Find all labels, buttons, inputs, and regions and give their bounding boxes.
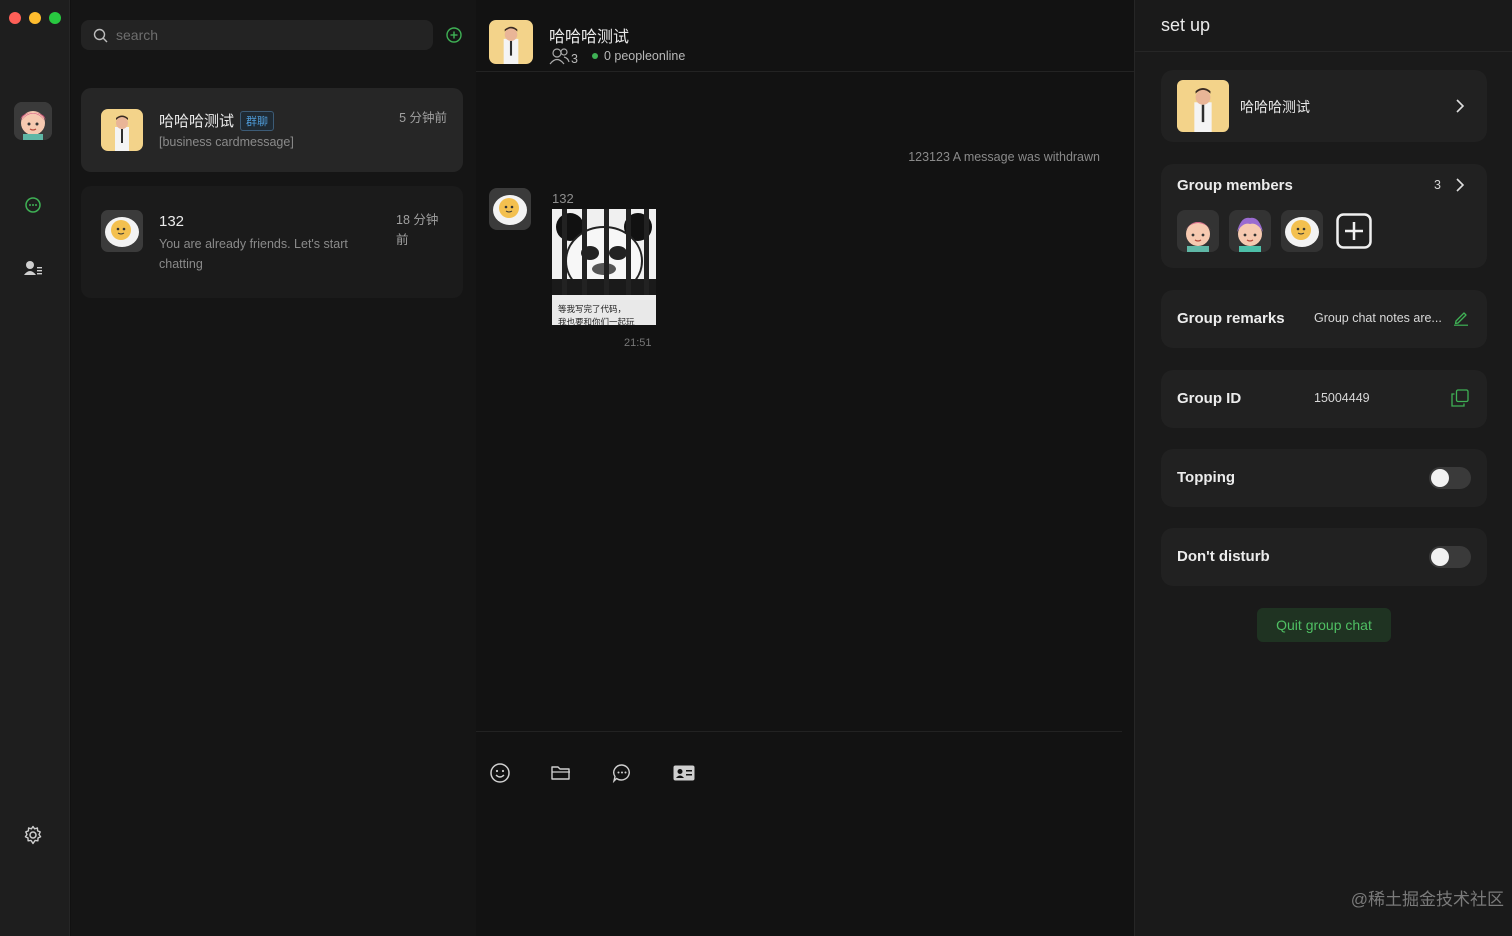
member-count: 3 (571, 52, 578, 66)
conversation-time-line1: 18 分钟 (396, 213, 439, 227)
member-avatar[interactable] (1229, 210, 1271, 252)
conversation-time-line2: 前 (396, 233, 409, 247)
settings-panel: set up 哈哈哈测试 Group members 3 Group remar… (1134, 0, 1512, 936)
business-card-icon[interactable] (671, 760, 697, 786)
add-conversation-button[interactable] (445, 26, 463, 44)
conversation-preview-line2: chatting (159, 257, 203, 271)
group-avatar (1177, 80, 1229, 132)
group-remarks-label: Group remarks (1177, 310, 1285, 327)
sender-avatar[interactable] (489, 188, 531, 230)
quit-group-button[interactable]: Quit group chat (1257, 608, 1391, 642)
system-message: 123123 A message was withdrawn (908, 150, 1100, 164)
do-not-disturb-card: Don't disturb (1161, 528, 1487, 586)
panel-divider (1135, 51, 1512, 52)
search-bar (81, 20, 433, 50)
window-controls (9, 12, 61, 24)
members-count: 3 (1434, 178, 1441, 192)
message-time: 21:51 (624, 337, 652, 349)
sticker-caption-line2: 我也要和你们一起玩 (558, 317, 635, 325)
chevron-right-icon[interactable] (1455, 178, 1465, 192)
chat-icon[interactable] (20, 192, 46, 218)
zoom-window-button[interactable] (49, 12, 61, 24)
conversation-title: 哈哈哈测试 (159, 113, 235, 130)
close-window-button[interactable] (9, 12, 21, 24)
input-divider (476, 731, 1122, 732)
chevron-right-icon (1456, 99, 1465, 113)
contacts-icon[interactable] (20, 255, 46, 281)
online-status-text: 0 peopleonline (603, 49, 686, 63)
panel-title: set up (1161, 15, 1211, 35)
chat-title: 哈哈哈测试 (549, 29, 630, 46)
sticker-caption-line1: 等我写完了代码， (558, 304, 627, 314)
group-info-card[interactable]: 哈哈哈测试 (1161, 70, 1487, 142)
conversation-preview-line1: You are already friends. Let's start (159, 237, 348, 251)
message-icon[interactable] (609, 760, 635, 786)
members-icon (549, 48, 570, 65)
group-avatar (101, 109, 143, 151)
group-chat-badge: 群聊 (240, 110, 275, 131)
settings-icon[interactable] (20, 822, 46, 848)
online-status-dot (591, 53, 598, 59)
emoji-icon[interactable] (487, 760, 513, 786)
group-members-label: Group members (1177, 177, 1293, 194)
topping-toggle[interactable] (1429, 467, 1471, 489)
group-avatar[interactable] (489, 20, 533, 64)
avatar[interactable] (14, 102, 52, 140)
watermark: @稀土掘金技术社区 (1350, 890, 1504, 909)
sender-name: 132 (552, 191, 574, 206)
topping-label: Topping (1177, 469, 1236, 486)
group-remarks-card[interactable]: Group remarks Group chat notes are... (1161, 290, 1487, 348)
group-id-card: Group ID 15004449 (1161, 370, 1487, 428)
plus-circle-icon (446, 27, 462, 43)
chat-panel: 哈哈哈测试 3 0 peopleonline 123123 A message … (476, 0, 1134, 936)
conversation-preview: [business cardmessage] (159, 135, 294, 149)
add-member-button[interactable] (1333, 210, 1375, 252)
group-id-value: 15004449 (1314, 391, 1370, 405)
plus-square-icon (1336, 213, 1372, 249)
sticker-message[interactable]: 等我写完了代码， 我也要和你们一起玩 (552, 209, 656, 325)
search-icon (93, 28, 108, 42)
topping-card: Topping (1161, 449, 1487, 507)
nav-rail (0, 0, 70, 936)
toggle-knob (1431, 548, 1449, 566)
copy-icon[interactable] (1451, 389, 1469, 407)
member-avatar[interactable] (1281, 210, 1323, 252)
edit-pencil-icon[interactable] (1453, 310, 1469, 326)
conversation-list: 哈哈哈测试 群聊 [business cardmessage] 5 分钟前 13… (71, 0, 476, 936)
group-remarks-value: Group chat notes are... (1314, 311, 1442, 325)
do-not-disturb-label: Don't disturb (1177, 548, 1270, 565)
group-id-label: Group ID (1177, 390, 1242, 407)
search-input[interactable] (116, 27, 416, 43)
conversation-item-132[interactable]: 132 You are already friends. Let's start… (81, 186, 463, 298)
contact-avatar (101, 210, 143, 252)
toggle-knob (1431, 469, 1449, 487)
chat-header: 哈哈哈测试 3 0 peopleonline (476, 0, 1134, 72)
minimize-window-button[interactable] (29, 12, 41, 24)
member-avatar[interactable] (1177, 210, 1219, 252)
conversation-time: 5 分钟前 (399, 111, 447, 125)
panda-meme-image (552, 209, 656, 296)
group-members-card: Group members 3 (1161, 164, 1487, 268)
group-name: 哈哈哈测试 (1240, 99, 1310, 115)
do-not-disturb-toggle[interactable] (1429, 546, 1471, 568)
conversation-item-group[interactable]: 哈哈哈测试 群聊 [business cardmessage] 5 分钟前 (81, 88, 463, 172)
folder-icon[interactable] (548, 760, 574, 786)
conversation-title: 132 (159, 213, 185, 230)
member-avatars (1177, 210, 1375, 252)
